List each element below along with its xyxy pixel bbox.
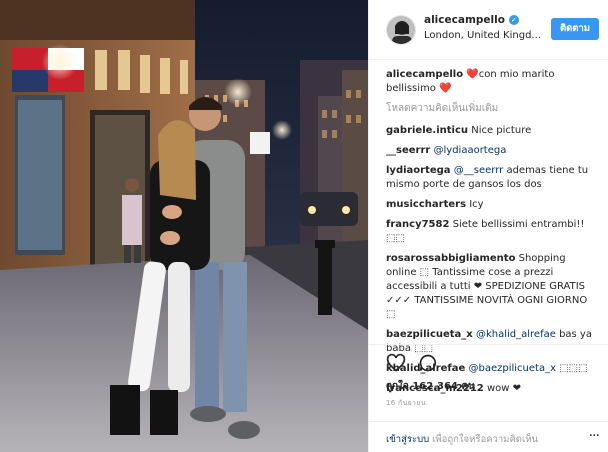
list-item: __seerrr @lydiaaortega: [386, 144, 598, 158]
comment-user-link[interactable]: baezpilicueta_x: [386, 329, 473, 340]
heart-icon[interactable]: [386, 353, 406, 373]
comment-user-link[interactable]: rosarossabbigliamento: [386, 253, 515, 264]
comment-user-link[interactable]: __seerrr: [386, 145, 430, 156]
post-photo[interactable]: [0, 0, 368, 452]
comment-user-link[interactable]: musiccharters: [386, 199, 466, 210]
comment-mention-link[interactable]: @khalid_alrefae: [476, 329, 556, 340]
post-actions: ถูกใจ 162,364 คน 16 กันยายน เข้าสู่ระบบ …: [369, 344, 608, 452]
login-prompt-text: เพื่อถูกใจหรือความคิดเห็น: [429, 434, 538, 445]
follow-button[interactable]: ติดตาม: [551, 18, 599, 40]
comment-icon[interactable]: [418, 353, 438, 373]
caption: alicecampello ❤️con mio marito bellissim…: [386, 68, 598, 96]
avatar[interactable]: [386, 15, 416, 45]
comment-user-link[interactable]: lydiaortega: [386, 165, 451, 176]
list-item: rosarossabbigliamento Shopping online ⬚ …: [386, 252, 598, 322]
username-link[interactable]: alicecampello: [424, 14, 505, 26]
comment-mention-link[interactable]: @__seerrr: [454, 165, 504, 176]
location-link[interactable]: London, United Kingd...: [424, 30, 552, 41]
street-scene-image: [0, 0, 368, 452]
login-link[interactable]: เข้าสู่ระบบ: [386, 434, 429, 445]
more-options-icon[interactable]: ···: [589, 428, 600, 444]
caption-user-link[interactable]: alicecampello: [386, 69, 463, 80]
likes-count[interactable]: ถูกใจ 162,364 คน: [386, 379, 475, 394]
post-date: 16 กันยายน: [386, 399, 426, 407]
list-item: lydiaortega @__seerrr ademas tiene tu mi…: [386, 164, 598, 192]
login-prompt: เข้าสู่ระบบ เพื่อถูกใจหรือความคิดเห็น ··…: [369, 421, 608, 452]
list-item: gabriele.inticu Nice picture: [386, 124, 598, 138]
post-header: alicecampello ✓ London, United Kingd... …: [369, 0, 608, 60]
comment-user-link[interactable]: francy7582: [386, 219, 449, 230]
comment-user-link[interactable]: gabriele.inticu: [386, 125, 468, 136]
load-more-comments-link[interactable]: โหลดความคิดเห็นเพิ่มเติม: [386, 102, 598, 116]
post-sidebar: alicecampello ✓ London, United Kingd... …: [368, 0, 608, 452]
list-item: musiccharters Icy: [386, 198, 598, 212]
comment-text: Nice picture: [471, 125, 532, 136]
comment-text: Icy: [469, 199, 484, 210]
list-item: francy7582 Siete bellissimi entrambi!! ⬚…: [386, 218, 598, 246]
comment-mention-link[interactable]: @lydiaaortega: [434, 145, 507, 156]
avatar-image: [387, 16, 415, 44]
verified-badge-icon: ✓: [508, 15, 519, 25]
